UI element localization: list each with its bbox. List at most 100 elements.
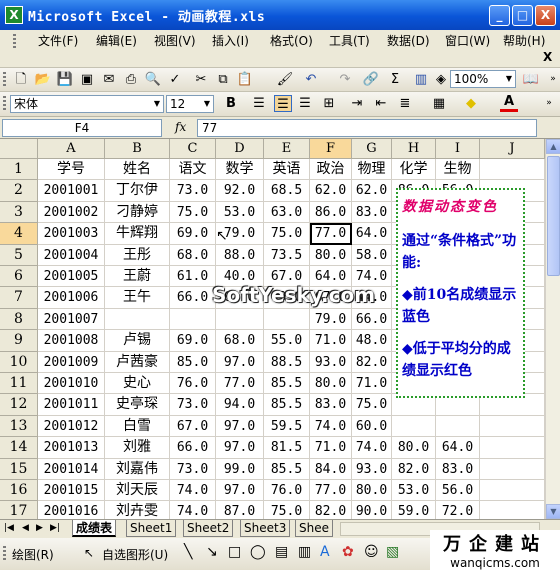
column-header[interactable]: F (310, 139, 352, 159)
chart-wizard-icon[interactable]: ▥ (412, 71, 430, 88)
print-icon[interactable]: ⎙ (122, 71, 140, 88)
table-cell[interactable]: 82.0 (310, 501, 352, 519)
arrow-icon[interactable]: ↘ (206, 544, 218, 560)
formula-input[interactable]: 77 (197, 119, 537, 137)
table-cell[interactable]: 66.0 (170, 437, 216, 459)
table-cell[interactable]: 69.0 (170, 330, 216, 352)
increase-indent-icon[interactable]: ⇥ (348, 95, 366, 112)
table-cell[interactable]: 85.0 (170, 351, 216, 373)
table-cell[interactable]: 71.0 (352, 373, 392, 395)
column-title-cell[interactable]: 政治 (310, 159, 352, 181)
table-cell[interactable]: 白雪 (105, 415, 170, 438)
select-all-corner[interactable] (0, 139, 38, 159)
column-header[interactable]: I (436, 139, 480, 159)
table-cell[interactable]: 2001011 (38, 394, 105, 416)
table-cell[interactable]: 59.0 (392, 501, 436, 519)
table-cell[interactable]: 2001012 (38, 415, 105, 438)
table-cell[interactable]: 牛辉翔 (105, 223, 170, 245)
table-cell[interactable]: 86.0 (310, 201, 352, 224)
table-cell[interactable]: 刘嘉伟 (105, 458, 170, 480)
table-cell[interactable]: 99.0 (216, 458, 264, 480)
column-title-cell[interactable]: 姓名 (105, 159, 170, 181)
wordart-icon[interactable]: A (320, 544, 330, 560)
cut-icon[interactable]: ✂ (192, 71, 210, 88)
table-cell[interactable]: 75.0 (264, 501, 310, 519)
table-cell[interactable]: 97.0 (216, 415, 264, 438)
row-header[interactable]: 9 (0, 330, 38, 352)
table-cell[interactable]: 2001013 (38, 437, 105, 459)
table-cell[interactable]: 2001003 (38, 223, 105, 245)
hyperlink-icon[interactable]: 🔗 (362, 71, 380, 88)
table-cell[interactable]: 68.0 (216, 330, 264, 352)
align-right-icon[interactable]: ☰ (296, 95, 314, 112)
table-cell[interactable]: 2001016 (38, 501, 105, 519)
table-cell[interactable]: 93.0 (310, 351, 352, 373)
menu-data[interactable]: 数据(D) (387, 32, 430, 49)
table-cell[interactable]: 83.0 (352, 201, 392, 224)
row-header[interactable]: 5 (0, 244, 38, 266)
table-cell[interactable] (392, 415, 436, 438)
borders-icon[interactable]: ▦ (430, 95, 448, 112)
table-cell[interactable]: 69.0 (170, 223, 216, 245)
open-icon[interactable]: 📂 (34, 71, 52, 88)
column-header[interactable]: D (216, 139, 264, 159)
table-cell[interactable]: 56.0 (436, 480, 480, 502)
table-cell[interactable]: 73.5 (264, 244, 310, 266)
tab-sheet-active[interactable]: 成绩表 (72, 520, 117, 537)
table-cell[interactable]: 83.0 (436, 458, 480, 480)
table-cell[interactable]: 68.0 (170, 244, 216, 266)
menu-view[interactable]: 视图(V) (154, 32, 196, 49)
fill-color-icon[interactable]: ◆ (462, 95, 480, 112)
table-cell[interactable]: 90.0 (352, 501, 392, 519)
row-header[interactable]: 2 (0, 180, 38, 202)
draw-toolbar-grip[interactable] (3, 546, 6, 562)
table-cell[interactable]: 92.0 (216, 180, 264, 202)
table-cell[interactable]: 2001015 (38, 480, 105, 502)
table-cell[interactable]: 83.0 (310, 394, 352, 416)
menu-edit[interactable]: 编辑(E) (96, 32, 137, 49)
table-cell[interactable] (436, 415, 480, 438)
table-cell[interactable]: 71.0 (310, 437, 352, 459)
row-header[interactable]: 10 (0, 351, 38, 373)
row-header[interactable]: 11 (0, 373, 38, 395)
table-cell[interactable]: 72.0 (436, 501, 480, 519)
menu-file[interactable]: 文件(F) (38, 32, 78, 49)
name-box[interactable]: F4 (2, 119, 162, 137)
bold-button[interactable]: B (222, 95, 240, 112)
textbox-icon[interactable]: ▤ (275, 544, 288, 560)
table-cell[interactable]: 2001004 (38, 244, 105, 266)
table-cell[interactable]: 79.0 (310, 308, 352, 331)
column-header[interactable]: J (480, 139, 545, 159)
scroll-up-icon[interactable]: ▲ (546, 139, 560, 154)
table-cell[interactable]: 史亭琛 (105, 394, 170, 416)
oval-icon[interactable]: ◯ (250, 544, 266, 560)
tab-sheet4[interactable]: Shee (295, 520, 333, 537)
row-header[interactable]: 12 (0, 394, 38, 416)
column-header[interactable]: E (264, 139, 310, 159)
table-cell[interactable]: 丁尔伊 (105, 180, 170, 202)
column-title-cell[interactable]: 生物 (436, 159, 480, 181)
column-title-cell[interactable]: 化学 (392, 159, 436, 181)
table-cell[interactable]: 80.0 (392, 437, 436, 459)
row-header[interactable]: 3 (0, 201, 38, 224)
table-cell[interactable]: 53.0 (392, 480, 436, 502)
table-cell[interactable]: 59.5 (264, 415, 310, 438)
table-cell[interactable]: 2001006 (38, 287, 105, 309)
column-title-cell[interactable] (480, 159, 545, 181)
table-cell[interactable]: 75.0 (264, 223, 310, 245)
autosum-icon[interactable]: Σ (386, 71, 404, 88)
align-left-icon[interactable]: ☰ (250, 95, 268, 112)
format-toolbar-grip[interactable] (3, 96, 6, 112)
autoshapes-button[interactable]: 自选图形(U) (102, 546, 168, 563)
table-cell[interactable]: 王蔚 (105, 266, 170, 288)
table-cell[interactable]: 81.5 (264, 437, 310, 459)
menu-window[interactable]: 窗口(W) (445, 32, 490, 49)
format-toolbar-options-icon[interactable]: » (540, 95, 558, 112)
decrease-indent-icon[interactable]: ⇤ (372, 95, 390, 112)
row-header[interactable]: 16 (0, 480, 38, 502)
column-title-cell[interactable]: 英语 (264, 159, 310, 181)
column-header[interactable]: C (170, 139, 216, 159)
column-header[interactable]: B (105, 139, 170, 159)
table-cell[interactable]: 64.0 (436, 437, 480, 459)
table-cell[interactable]: 74.0 (352, 437, 392, 459)
